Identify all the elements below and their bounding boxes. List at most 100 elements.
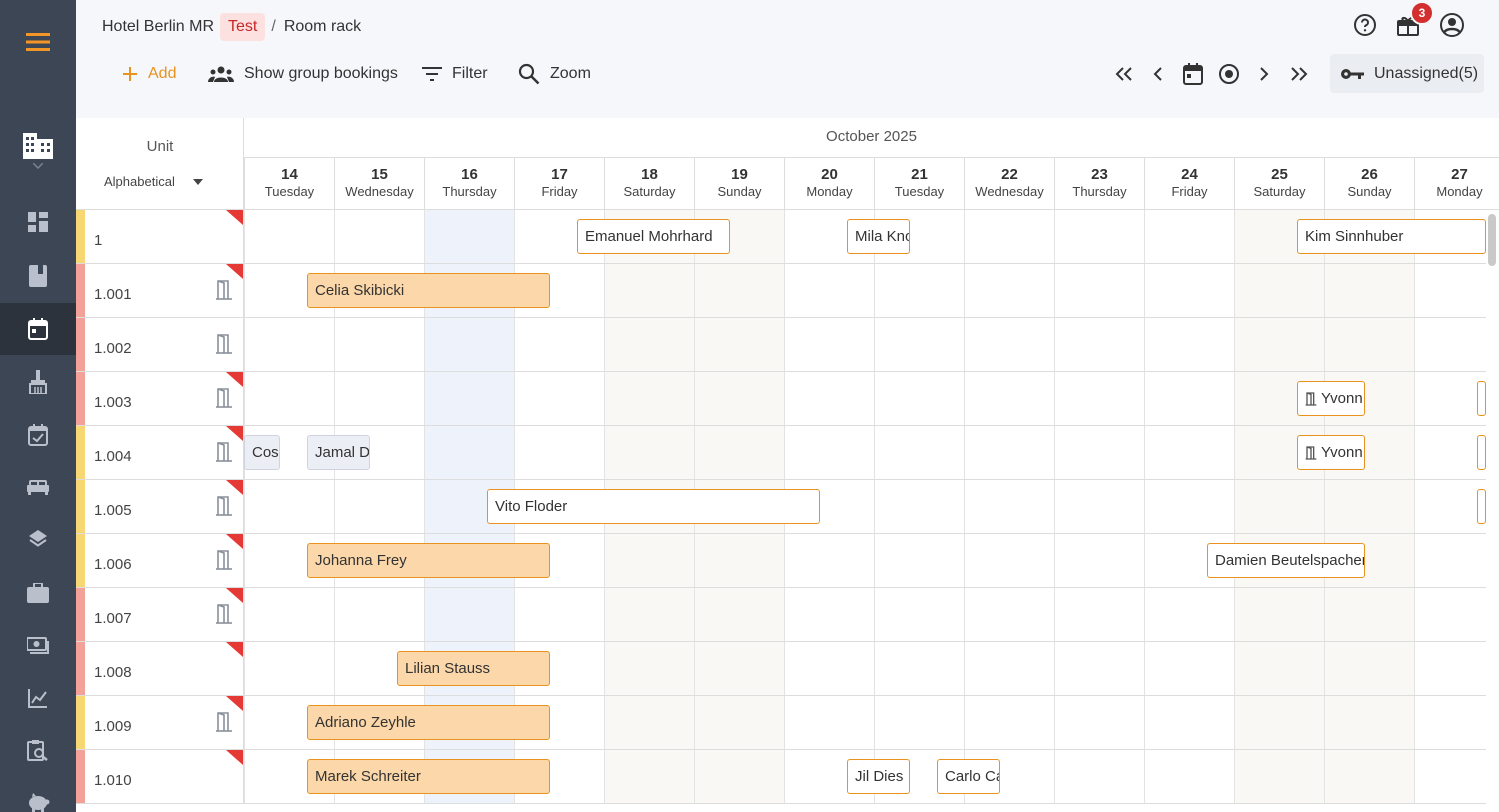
day-cell[interactable] bbox=[244, 588, 334, 641]
day-cell[interactable] bbox=[1414, 426, 1499, 479]
unit-name[interactable]: 1 bbox=[94, 232, 102, 249]
booking-block[interactable]: Yvonn bbox=[1297, 435, 1365, 470]
day-cell[interactable] bbox=[1054, 696, 1144, 749]
day-cell[interactable] bbox=[1054, 534, 1144, 587]
day-cell[interactable] bbox=[244, 642, 334, 695]
day-cell[interactable] bbox=[874, 318, 964, 371]
day-cell[interactable] bbox=[1324, 480, 1414, 533]
day-cell[interactable] bbox=[514, 588, 604, 641]
day-cell[interactable] bbox=[1144, 588, 1234, 641]
booking-block[interactable] bbox=[1477, 435, 1486, 470]
account-button[interactable] bbox=[1438, 11, 1466, 39]
help-button[interactable] bbox=[1351, 11, 1379, 39]
day-cell[interactable] bbox=[604, 534, 694, 587]
sidebar-item-payments[interactable] bbox=[0, 776, 76, 812]
day-cell[interactable] bbox=[1324, 696, 1414, 749]
booking-block[interactable]: Emanuel Mohrhard bbox=[577, 219, 730, 254]
day-cell[interactable] bbox=[244, 318, 334, 371]
day-cell[interactable] bbox=[874, 480, 964, 533]
unit-name[interactable]: 1.002 bbox=[94, 340, 132, 357]
day-cell[interactable] bbox=[1054, 588, 1144, 641]
booking-block[interactable] bbox=[1477, 489, 1486, 524]
day-cell[interactable] bbox=[1144, 318, 1234, 371]
unit-name[interactable]: 1.009 bbox=[94, 718, 132, 735]
booking-block[interactable]: Marek Schreiter bbox=[307, 759, 550, 794]
day-cell[interactable] bbox=[784, 588, 874, 641]
previous-week-button[interactable] bbox=[1110, 60, 1138, 88]
day-cell[interactable] bbox=[604, 750, 694, 803]
vertical-scrollbar[interactable] bbox=[1488, 214, 1496, 266]
day-cell[interactable] bbox=[604, 264, 694, 317]
unit-name[interactable]: 1.010 bbox=[94, 772, 132, 789]
sort-select[interactable]: Alphabetical bbox=[104, 174, 203, 189]
day-cell[interactable] bbox=[964, 588, 1054, 641]
day-cell[interactable] bbox=[784, 696, 874, 749]
unit-name[interactable]: 1.006 bbox=[94, 556, 132, 573]
day-cell[interactable] bbox=[1414, 480, 1499, 533]
day-cell[interactable] bbox=[1144, 264, 1234, 317]
day-cell[interactable] bbox=[694, 372, 784, 425]
day-cell[interactable] bbox=[1324, 588, 1414, 641]
booking-block[interactable]: Yvonn bbox=[1297, 381, 1365, 416]
day-cell[interactable] bbox=[1414, 318, 1499, 371]
day-cell[interactable] bbox=[1324, 264, 1414, 317]
next-day-button[interactable] bbox=[1250, 60, 1278, 88]
day-cell[interactable] bbox=[1414, 264, 1499, 317]
sidebar-item-units[interactable] bbox=[0, 461, 76, 513]
sidebar-menu-button[interactable] bbox=[0, 16, 76, 68]
day-cell[interactable] bbox=[964, 480, 1054, 533]
day-cell[interactable] bbox=[1414, 750, 1499, 803]
day-cell[interactable] bbox=[1054, 426, 1144, 479]
day-cell[interactable] bbox=[1234, 480, 1324, 533]
day-cell[interactable] bbox=[1054, 750, 1144, 803]
day-cell[interactable] bbox=[694, 426, 784, 479]
day-cell[interactable] bbox=[514, 426, 604, 479]
day-cell[interactable] bbox=[1324, 318, 1414, 371]
sidebar-property-switcher[interactable] bbox=[0, 122, 76, 178]
booking-block[interactable]: Kim Sinnhuber bbox=[1297, 219, 1486, 254]
day-cell[interactable] bbox=[874, 642, 964, 695]
date-picker-button[interactable] bbox=[1179, 60, 1207, 88]
day-cell[interactable] bbox=[874, 372, 964, 425]
day-cell[interactable] bbox=[604, 696, 694, 749]
breadcrumb-property[interactable]: Hotel Berlin MR bbox=[102, 18, 214, 36]
day-cell[interactable] bbox=[964, 372, 1054, 425]
day-cell[interactable] bbox=[1234, 588, 1324, 641]
day-cell[interactable] bbox=[874, 588, 964, 641]
day-cell[interactable] bbox=[334, 318, 424, 371]
day-cell[interactable] bbox=[694, 318, 784, 371]
day-cell[interactable] bbox=[964, 642, 1054, 695]
day-cell[interactable] bbox=[424, 426, 514, 479]
day-cell[interactable] bbox=[604, 318, 694, 371]
previous-day-button[interactable] bbox=[1144, 60, 1172, 88]
day-cell[interactable] bbox=[1234, 696, 1324, 749]
day-cell[interactable] bbox=[694, 696, 784, 749]
day-cell[interactable] bbox=[784, 264, 874, 317]
booking-block[interactable]: Mila Kno bbox=[847, 219, 910, 254]
day-cell[interactable] bbox=[604, 642, 694, 695]
day-cell[interactable] bbox=[784, 642, 874, 695]
day-cell[interactable] bbox=[784, 372, 874, 425]
sidebar-item-tasks[interactable] bbox=[0, 409, 76, 461]
day-cell[interactable] bbox=[784, 426, 874, 479]
day-cell[interactable] bbox=[1054, 210, 1144, 263]
day-cell[interactable] bbox=[874, 696, 964, 749]
booking-block[interactable]: Adriano Zeyhle bbox=[307, 705, 550, 740]
day-cell[interactable] bbox=[1414, 534, 1499, 587]
booking-block[interactable]: Johanna Frey bbox=[307, 543, 550, 578]
day-cell[interactable] bbox=[424, 318, 514, 371]
sidebar-item-inventory[interactable] bbox=[0, 513, 76, 565]
day-cell[interactable] bbox=[784, 318, 874, 371]
booking-block[interactable]: Carlo Ca bbox=[937, 759, 1000, 794]
day-cell[interactable] bbox=[514, 318, 604, 371]
day-cell[interactable] bbox=[964, 696, 1054, 749]
day-cell[interactable] bbox=[1144, 372, 1234, 425]
day-cell[interactable] bbox=[1234, 318, 1324, 371]
unassigned-button[interactable]: Unassigned(5) bbox=[1330, 54, 1484, 93]
booking-block[interactable]: Celia Skibicki bbox=[307, 273, 550, 308]
day-cell[interactable] bbox=[964, 264, 1054, 317]
sidebar-item-room-rack[interactable] bbox=[0, 303, 76, 355]
day-cell[interactable] bbox=[334, 210, 424, 263]
day-cell[interactable] bbox=[244, 372, 334, 425]
day-cell[interactable] bbox=[334, 480, 424, 533]
